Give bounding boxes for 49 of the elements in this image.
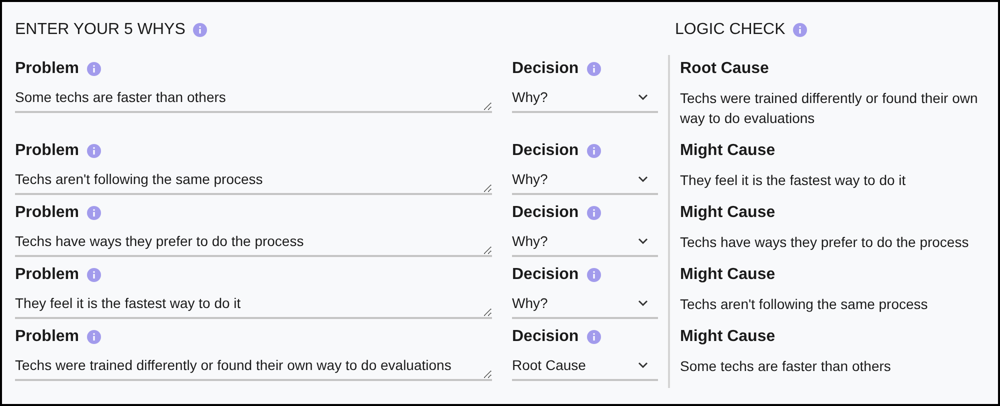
chevron-down-icon [638,94,648,100]
field-label: Decision [512,203,579,223]
chevron-down-icon [638,362,648,368]
info-icon[interactable] [586,144,601,158]
problem-field[interactable]: Techs have ways they prefer to do the process [15,229,492,257]
cause-label: Root Cause [680,59,770,79]
cause-label: Might Cause [680,327,776,347]
field-label: Problem [15,141,80,161]
decision-dropdown[interactable]: Why? [512,85,658,113]
problem-field[interactable]: Some techs are faster than others [15,85,492,113]
cause-text: They feel it is the fastest way to do it [680,171,907,190]
info-icon[interactable] [87,206,102,220]
field-label: Problem [15,203,80,223]
problem-field[interactable]: Techs aren't following the same process [15,167,492,195]
cause-label: Might Cause [680,141,776,161]
decision-dropdown[interactable]: Why? [512,229,658,257]
info-icon[interactable] [793,23,808,37]
field-label: Decision [512,141,579,161]
field-label: Problem [15,59,80,79]
info-icon[interactable] [87,330,102,344]
info-icon[interactable] [586,206,601,220]
info-icon[interactable] [586,268,601,282]
field-label: Problem [15,265,80,285]
info-icon[interactable] [87,62,102,76]
info-icon[interactable] [193,23,208,37]
info-icon[interactable] [87,144,102,158]
cause-text: Some techs are faster than others [680,357,892,376]
field-label: Decision [512,265,579,285]
problem-field[interactable]: They feel it is the fastest way to do it [15,291,492,319]
info-icon[interactable] [586,62,601,76]
cause-label: Might Cause [680,265,776,285]
cause-label: Might Cause [680,203,776,223]
chevron-down-icon [638,238,648,244]
chevron-down-icon [638,300,648,306]
info-icon[interactable] [586,330,601,344]
problem-field[interactable]: Techs were trained differently or found their own way to do evaluations [15,353,492,381]
field-label: Decision [512,59,579,79]
cause-text: Techs aren't following the same process [680,295,929,314]
field-label: Problem [15,327,80,347]
section-heading: LOGIC CHECK [675,20,786,40]
info-icon[interactable] [87,268,102,282]
cause-text: Techs have ways they prefer to do the process [680,233,970,252]
cause-text: Techs were trained differently or found their own way to do evaluations [680,89,979,128]
decision-dropdown[interactable]: Why? [512,167,658,195]
decision-dropdown[interactable]: Root Cause [512,353,658,381]
field-label: Decision [512,327,579,347]
chevron-down-icon [638,176,648,182]
section-heading: ENTER YOUR 5 WHYS [15,20,186,40]
decision-dropdown[interactable]: Why? [512,291,658,319]
